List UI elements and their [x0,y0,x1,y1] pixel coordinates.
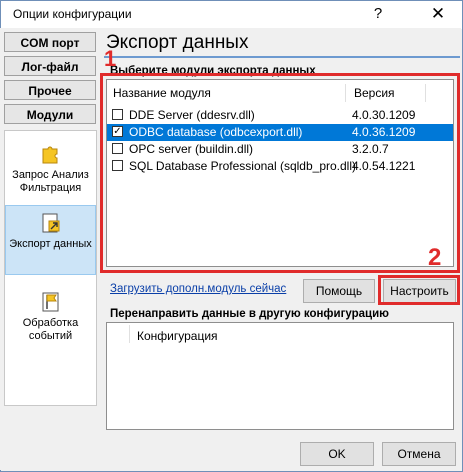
module-label: Экспорт данных [9,238,92,250]
window-title: Опции конфигурации [13,7,132,21]
module-label: Обработка событий [22,317,79,342]
highlight-box-1 [100,73,460,273]
ok-button[interactable]: OK [300,442,374,466]
module-item-event-handling[interactable]: Обработка событий [5,291,96,343]
highlight-box-2 [378,275,460,305]
configuration-list[interactable]: Конфигурация [106,322,454,430]
export-icon [42,213,59,233]
annotation-number-2: 2 [428,244,442,271]
load-module-link[interactable]: Загрузить дополн.модуль сейчас [110,283,286,295]
column-header-configuration[interactable]: Конфигурация [137,329,218,343]
section-label-redirect: Перенаправить данные в другую конфигурац… [110,308,389,320]
module-item-query-analysis[interactable]: Запрос Анализ Фильтрация [5,143,96,195]
category-modules-button[interactable]: Модули [4,104,96,124]
puzzle-icon [42,146,57,164]
dialog-footer: OK Отмена [0,438,461,470]
category-other-button[interactable]: Прочее [4,80,96,100]
column-divider [129,325,130,343]
module-list: Запрос Анализ Фильтрация Экспорт данных … [4,130,97,406]
help-button[interactable]: Помощь [303,279,375,303]
category-log-file-button[interactable]: Лог-файл [4,56,96,76]
close-icon[interactable]: ✕ [427,5,449,23]
module-label: Запрос Анализ Фильтрация [12,169,89,194]
category-com-port-button[interactable]: COM порт [4,32,96,52]
module-item-data-export[interactable]: Экспорт данных [5,205,96,275]
annotation-number-1: 1 [104,46,117,71]
title-bar: Опции конфигурации ? ✕ [1,1,462,29]
page-title: Экспорт данных [106,32,249,53]
cancel-button[interactable]: Отмена [382,442,456,466]
title-divider [104,56,460,58]
help-icon[interactable]: ? [369,5,387,23]
flag-icon [42,292,58,312]
